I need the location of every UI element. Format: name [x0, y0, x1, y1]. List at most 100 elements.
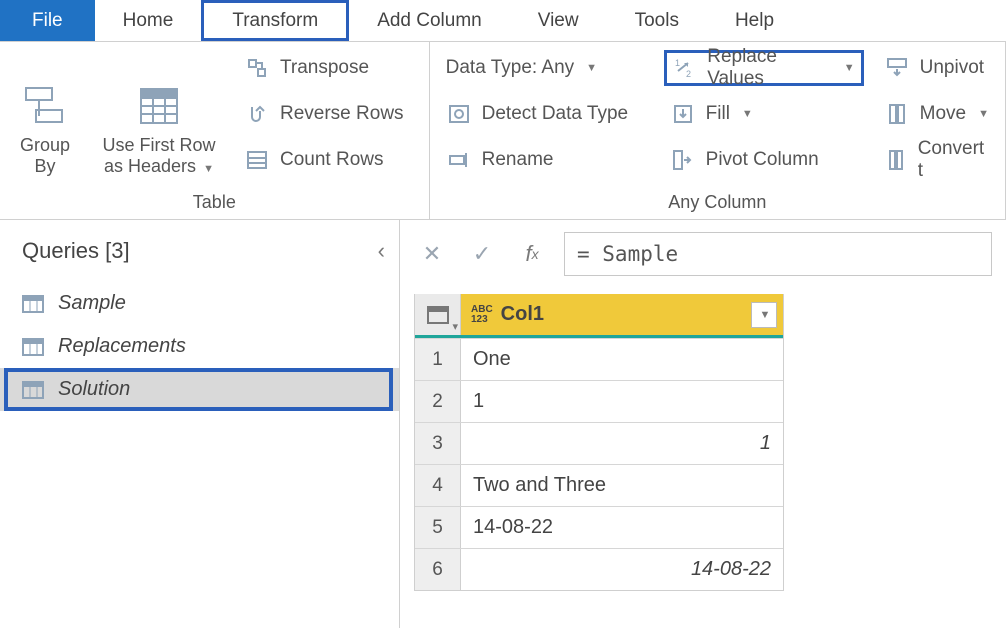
table-headers-icon [136, 83, 182, 129]
group-by-icon [22, 83, 68, 129]
ribbon: Group By Use First Row as Headers ▼ Tran… [0, 42, 1006, 220]
table-row[interactable]: 614-08-22 [415, 548, 783, 590]
chevron-down-icon: ▼ [844, 62, 855, 74]
cell[interactable]: 14-08-22 [461, 507, 783, 548]
reverse-icon [244, 101, 270, 127]
grid-header: ▾ ABC123 Col1 ▼ [415, 294, 783, 338]
unpivot-label: Unpivot [920, 57, 984, 79]
detect-label: Detect Data Type [482, 103, 628, 125]
transpose-label: Transpose [280, 57, 369, 79]
rename-label: Rename [482, 149, 554, 171]
pivot-label: Pivot Column [706, 149, 819, 171]
tab-tools[interactable]: Tools [607, 0, 707, 41]
group-by-button[interactable]: Group By [10, 50, 80, 178]
table-row[interactable]: 21 [415, 380, 783, 422]
rename-icon [446, 147, 472, 173]
convert-icon [884, 147, 908, 173]
move-label: Move [920, 103, 966, 125]
row-number: 6 [415, 549, 461, 590]
queries-title: Queries [3] [22, 238, 130, 264]
column-filter-button[interactable]: ▼ [751, 302, 777, 328]
table-row[interactable]: 31 [415, 422, 783, 464]
fx-icon: fx [514, 236, 550, 272]
workspace: Queries [3] ‹ Sample Replacements Soluti… [0, 220, 1006, 628]
table-row[interactable]: 514-08-22 [415, 506, 783, 548]
convert-label: Convert t [918, 138, 989, 182]
collapse-pane-icon[interactable]: ‹ [378, 238, 385, 264]
group-label-table: Table [10, 186, 419, 215]
chevron-down-icon: ▼ [978, 108, 989, 120]
row-number: 1 [415, 339, 461, 380]
query-item-solution[interactable]: Solution [0, 368, 399, 411]
detect-icon [446, 101, 472, 127]
reverse-rows-button[interactable]: Reverse Rows [238, 96, 410, 132]
tab-view[interactable]: View [510, 0, 607, 41]
query-item-replacements[interactable]: Replacements [0, 325, 399, 368]
unpivot-icon [884, 55, 910, 81]
abc123-type-icon: ABC123 [471, 305, 493, 325]
pivot-icon [670, 147, 696, 173]
row-number: 2 [415, 381, 461, 422]
svg-text:2: 2 [686, 69, 691, 79]
table-icon [22, 381, 44, 399]
query-item-sample[interactable]: Sample [0, 282, 399, 325]
svg-text:1: 1 [675, 58, 680, 68]
move-icon [884, 101, 910, 127]
rename-button[interactable]: Rename [440, 142, 650, 178]
first-row-headers-button[interactable]: Use First Row as Headers ▼ [94, 50, 224, 178]
tab-add-column[interactable]: Add Column [349, 0, 510, 41]
chevron-down-icon: ▾ [452, 320, 458, 333]
table-icon [427, 306, 449, 324]
column-header-col1[interactable]: ABC123 Col1 ▼ [461, 294, 783, 335]
column-name: Col1 [501, 303, 544, 326]
grid-corner-button[interactable]: ▾ [415, 294, 461, 335]
cancel-formula-icon[interactable]: ✕ [414, 236, 450, 272]
row-number: 5 [415, 507, 461, 548]
cell[interactable]: 14-08-22 [461, 549, 783, 590]
fill-button[interactable]: Fill ▼ [664, 96, 864, 132]
data-type-button[interactable]: Data Type: Any ▼ [440, 50, 650, 86]
cell[interactable]: 1 [461, 423, 783, 464]
pivot-column-button[interactable]: Pivot Column [664, 142, 864, 178]
move-button[interactable]: Move ▼ [878, 96, 995, 132]
row-number: 4 [415, 465, 461, 506]
tab-home[interactable]: Home [95, 0, 202, 41]
formula-input[interactable] [564, 232, 992, 276]
detect-data-type-button[interactable]: Detect Data Type [440, 96, 650, 132]
fill-label: Fill [706, 103, 730, 125]
tab-help[interactable]: Help [707, 0, 802, 41]
formula-bar: ✕ ✓ fx [400, 220, 1006, 288]
accept-formula-icon[interactable]: ✓ [464, 236, 500, 272]
cell[interactable]: One [461, 339, 783, 380]
main-panel: ✕ ✓ fx ▾ ABC123 Col1 ▼ 1One21314Two and … [400, 220, 1006, 628]
menu-tabbar: File Home Transform Add Column View Tool… [0, 0, 1006, 42]
table-row[interactable]: 1One [415, 338, 783, 380]
data-grid: ▾ ABC123 Col1 ▼ 1One21314Two and Three51… [414, 294, 784, 591]
transpose-icon [244, 55, 270, 81]
chevron-down-icon: ▼ [760, 309, 771, 321]
group-by-label: Group By [20, 135, 70, 178]
group-label-anycolumn: Any Column [440, 186, 995, 215]
table-row[interactable]: 4Two and Three [415, 464, 783, 506]
cell[interactable]: Two and Three [461, 465, 783, 506]
tab-transform[interactable]: Transform [201, 0, 349, 41]
data-type-label: Data Type: Any [446, 57, 575, 79]
query-label: Sample [58, 292, 126, 315]
chevron-down-icon: ▼ [203, 163, 214, 175]
convert-button[interactable]: Convert t [878, 142, 995, 178]
fill-icon [670, 101, 696, 127]
chevron-down-icon: ▼ [586, 62, 597, 74]
transpose-button[interactable]: Transpose [238, 50, 410, 86]
query-label: Replacements [58, 335, 186, 358]
count-rows-icon [244, 147, 270, 173]
cell[interactable]: 1 [461, 381, 783, 422]
chevron-down-icon: ▼ [742, 108, 753, 120]
row-number: 3 [415, 423, 461, 464]
replace-icon: 12 [673, 55, 698, 81]
table-icon [22, 295, 44, 313]
replace-values-button[interactable]: 12 Replace Values▼ [664, 50, 864, 86]
tab-file[interactable]: File [0, 0, 95, 41]
count-rows-button[interactable]: Count Rows [238, 142, 410, 178]
table-icon [22, 338, 44, 356]
unpivot-button[interactable]: Unpivot [878, 50, 995, 86]
